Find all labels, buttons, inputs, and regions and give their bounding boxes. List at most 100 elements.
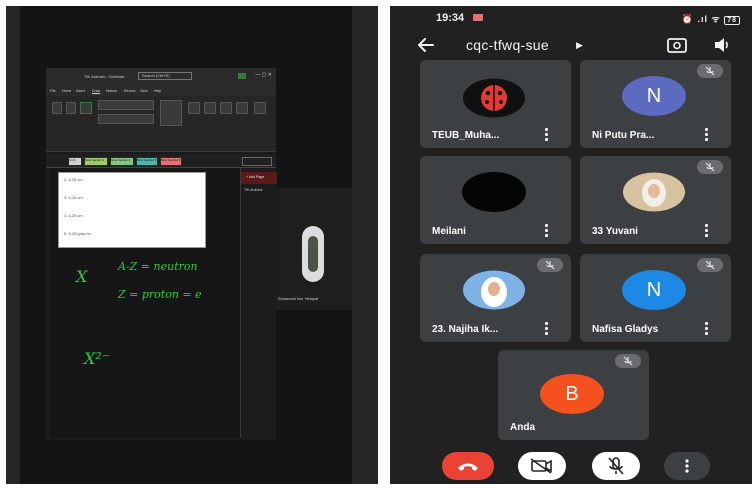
tab-view[interactable]: View [140, 89, 148, 93]
ribbon-tabs: File Home Insert Draw History Review Vie… [46, 86, 276, 96]
status-bar: 19:34 ⏰ .ıl ᯤ 78 [390, 6, 752, 30]
tab-review[interactable]: Review [124, 89, 135, 93]
handwritten-symbol-1: X [74, 267, 88, 286]
participant-name: 23. Najiha Ik... [432, 324, 499, 335]
meeting-code[interactable]: cqc-tfwq-sue [466, 37, 549, 53]
page-search-box[interactable] [242, 157, 272, 166]
participant-name: Nafisa Gladys [592, 324, 659, 335]
tab-draw[interactable]: Draw [92, 89, 100, 93]
section-tab-2[interactable]: New Section 2 [110, 157, 134, 166]
mic-off-icon [537, 258, 563, 272]
avatar [462, 172, 526, 212]
onenote-search-box[interactable]: Search (Ctrl+E) [138, 72, 192, 80]
app-title: TIK Ardhani - OneNote [84, 74, 125, 79]
window-controls-icon[interactable]: — ▢ ✕ [255, 72, 272, 78]
tab-home[interactable]: Home [62, 89, 71, 93]
profile-photo [623, 172, 685, 212]
tab-insert[interactable]: Insert [76, 89, 85, 93]
section-tab-1[interactable]: New Section 1 [84, 157, 108, 166]
section-tabs: C1/1 New Section 1 New Section 2 New Sec… [46, 154, 276, 168]
ink-to-text-icon[interactable] [236, 102, 248, 114]
ink-to-shape-icon[interactable] [220, 102, 232, 114]
mic-off-icon [615, 354, 641, 368]
avatar: B [540, 374, 604, 414]
black-bar-left [6, 6, 20, 484]
handwritten-line-1: A-Z = neutron [117, 260, 198, 273]
pen-gallery[interactable] [98, 100, 154, 110]
profile-photo [463, 270, 525, 310]
battery-icon: 78 [724, 16, 740, 25]
meet-phone-screen: 19:34 ⏰ .ıl ᯤ 78 cqc-tfwq-sue ▶ TEUB_Muh… [390, 6, 752, 484]
pen-tool-icon[interactable] [80, 102, 92, 114]
select-tool-icon[interactable] [52, 102, 62, 114]
participant-name: Meilani [432, 226, 466, 237]
participant-tile[interactable]: N Ni Putu Pra... [580, 60, 731, 148]
more-options-icon[interactable] [701, 126, 711, 142]
sync-icon [238, 73, 246, 79]
back-arrow-icon[interactable] [414, 34, 436, 56]
participant-tile[interactable]: N Nafisa Gladys [580, 254, 731, 342]
presenter-name: Wulandari Nur Hidayat [278, 296, 319, 301]
mic-off-icon [697, 258, 723, 272]
ladybug-avatar [463, 78, 525, 118]
participant-name: 33 Yuvani [592, 226, 638, 237]
math-icon[interactable] [254, 102, 266, 114]
mic-off-icon [608, 457, 624, 475]
participant-tile[interactable]: 33 Yuvani [580, 156, 731, 244]
presenter-video-tile: Wulandari Nur Hidayat [276, 188, 352, 310]
more-options-icon[interactable] [541, 320, 551, 336]
phone-hangup-icon [458, 463, 478, 471]
tab-history[interactable]: History [106, 89, 117, 93]
notebook-tab[interactable]: C1/1 [68, 157, 82, 166]
insert-space-icon[interactable] [188, 102, 200, 114]
add-page-button[interactable]: + Add Page [241, 172, 277, 184]
tab-file[interactable]: File [50, 89, 56, 93]
camera-switch-icon[interactable] [666, 35, 688, 55]
title-bar: TIK Ardhani - OneNote Search (Ctrl+E) — … [46, 68, 276, 86]
ribbon-toolbar [46, 96, 276, 152]
lasso-tool-icon[interactable] [66, 102, 76, 114]
camera-toggle-button[interactable] [518, 452, 566, 480]
status-icons: ⏰ .ıl ᯤ 78 [682, 12, 740, 25]
caret-right-icon[interactable]: ▶ [576, 40, 583, 51]
shapes-gallery[interactable] [160, 100, 182, 126]
participant-tile[interactable]: 23. Najiha Ik... [420, 254, 571, 342]
screen-share-panel: TIK Ardhani - OneNote Search (Ctrl+E) — … [6, 6, 378, 484]
page-list-item[interactable]: TIK Ardhani [244, 188, 262, 192]
section-tab-4[interactable]: New Section 4 [160, 157, 182, 166]
more-options-button[interactable] [664, 452, 710, 480]
presenter-avatar [302, 226, 324, 282]
speaker-icon[interactable] [712, 35, 732, 55]
handwritten-symbol-2: X²⁻ [82, 349, 110, 368]
camera-off-icon [530, 458, 552, 474]
more-options-icon[interactable] [541, 126, 551, 142]
status-signal-icons: ⏰ .ıl ᯤ [681, 14, 721, 24]
participant-name: TEUB_Muha... [432, 130, 500, 141]
tab-help[interactable]: Help [154, 89, 161, 93]
end-call-button[interactable] [442, 452, 494, 480]
section-tab-3[interactable]: New Section 3 [136, 157, 158, 166]
more-options-icon[interactable] [701, 320, 711, 336]
delete-icon[interactable] [204, 102, 216, 114]
more-options-icon[interactable] [541, 222, 551, 238]
participant-tile[interactable]: Meilani [420, 156, 571, 244]
note-canvas[interactable]: 2. 6,25 cm 3. 6,25 cm 4. 6,25 cm 5. 6,25… [50, 168, 240, 438]
avatar: N [622, 76, 686, 116]
handwriting-layer: X A-Z = neutron Z = proton = e X²⁻ [74, 260, 202, 368]
participant-name: Ni Putu Pra... [592, 130, 655, 141]
more-vert-icon [685, 459, 689, 473]
avatar: N [622, 270, 686, 310]
handwritten-line-2: Z = proton = e [117, 288, 202, 301]
more-options-icon[interactable] [701, 222, 711, 238]
participant-tile[interactable]: TEUB_Muha... [420, 60, 571, 148]
black-bar-right [352, 6, 378, 484]
self-tile[interactable]: B Anda [498, 350, 649, 440]
mic-toggle-button[interactable] [592, 452, 640, 480]
meeting-header: cqc-tfwq-sue ▶ [390, 30, 752, 62]
participant-name: Anda [510, 422, 535, 433]
status-time: 19:34 [436, 12, 465, 24]
call-controls [390, 442, 752, 484]
mic-off-icon [697, 160, 723, 174]
highlighter-gallery[interactable] [98, 114, 154, 124]
page-list: + Add Page TIK Ardhani [240, 168, 277, 438]
